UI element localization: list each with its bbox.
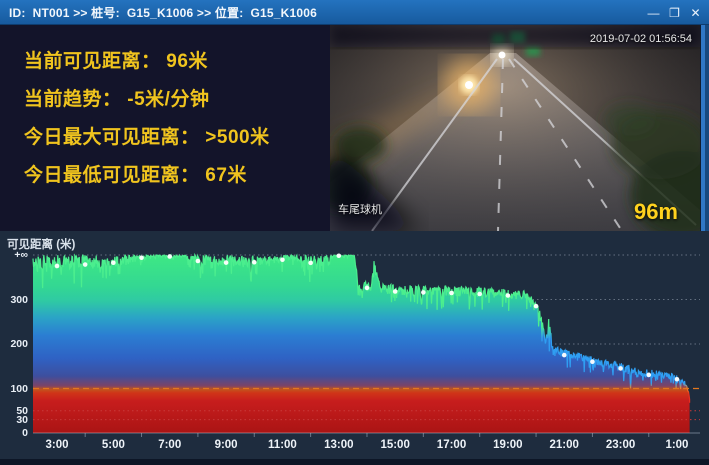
today-min-visibility-text: 今日最低可见距离： 67米: [24, 161, 330, 199]
data-point-marker: [224, 260, 229, 265]
x-axis-label-11:00: 11:00: [260, 439, 304, 451]
x-axis-label-13:00: 13:00: [317, 439, 361, 451]
minimize-icon[interactable]: —: [645, 4, 662, 21]
x-axis-label-7:00: 7:00: [148, 439, 192, 451]
data-point-marker: [618, 366, 623, 371]
data-point-marker: [55, 264, 60, 269]
data-point-marker: [252, 260, 257, 265]
x-axis-label-9:00: 9:00: [204, 439, 248, 451]
visibility-info-panel: 当前可见距离： 96米 当前趋势： -5米/分钟 今日最大可见距离： >500米…: [0, 25, 330, 231]
window-controls: — ❐ ✕: [645, 0, 704, 25]
data-point-marker: [365, 286, 370, 291]
x-axis-label-5:00: 5:00: [91, 439, 135, 451]
y-axis-label-300: 300: [1, 294, 28, 306]
data-point-marker: [196, 259, 201, 264]
visibility-chart-panel: 可见距离 (米) +∞30020010050300 3:005:007:009:…: [0, 231, 709, 465]
data-point-marker: [477, 292, 482, 297]
x-axis-label-17:00: 17:00: [430, 439, 474, 451]
data-point-marker: [646, 373, 651, 378]
data-point-marker: [337, 253, 342, 258]
data-point-marker: [506, 293, 511, 298]
data-point-marker: [534, 304, 539, 309]
app-window: ID: NT001 >> 桩号: G15_K1006 >> 位置: G15_K1…: [0, 0, 709, 465]
y-axis-label-200: 200: [1, 338, 28, 350]
x-axis-label-15:00: 15:00: [373, 439, 417, 451]
data-point-marker: [280, 257, 285, 262]
y-axis-label-0: 0: [1, 427, 28, 439]
x-axis-label-23:00: 23:00: [599, 439, 643, 451]
data-point-marker: [562, 353, 567, 358]
data-point-marker: [111, 260, 116, 265]
window-right-border: [700, 25, 709, 231]
data-point-marker: [421, 290, 426, 295]
y-axis-label-30: 30: [1, 414, 28, 426]
data-point-marker: [308, 261, 313, 266]
data-point-marker: [167, 254, 172, 259]
window-title: ID: NT001 >> 桩号: G15_K1006 >> 位置: G15_K1…: [0, 4, 317, 21]
data-point-marker: [590, 359, 595, 364]
y-axis-label-+∞: +∞: [1, 249, 28, 261]
y-axis-label-100: 100: [1, 383, 28, 395]
title-bar: ID: NT001 >> 桩号: G15_K1006 >> 位置: G15_K1…: [0, 0, 709, 25]
data-point-marker: [449, 291, 454, 296]
data-point-marker: [139, 255, 144, 260]
today-max-visibility-text: 今日最大可见距离： >500米: [24, 123, 330, 161]
data-point-marker: [83, 262, 88, 267]
camera-name-label: 车尾球机: [338, 201, 382, 217]
data-point-marker: [393, 289, 398, 294]
maximize-icon[interactable]: ❐: [666, 4, 683, 21]
camera-feed[interactable]: 2019-07-02 01:56:54 车尾球机 96m: [330, 25, 700, 231]
current-trend-text: 当前趋势： -5米/分钟: [24, 85, 330, 123]
x-axis-label-3:00: 3:00: [35, 439, 79, 451]
data-point-marker: [675, 377, 680, 382]
camera-timestamp: 2019-07-02 01:56:54: [590, 33, 692, 45]
close-icon[interactable]: ✕: [687, 4, 704, 21]
visibility-area-chart[interactable]: [0, 231, 709, 465]
current-visibility-text: 当前可见距离： 96米: [24, 47, 330, 85]
x-axis-label-21:00: 21:00: [542, 439, 586, 451]
window-bottom-border: [0, 459, 709, 465]
x-axis-label-1:00: 1:00: [655, 439, 699, 451]
x-axis-label-19:00: 19:00: [486, 439, 530, 451]
camera-visibility-overlay: 96m: [634, 199, 678, 225]
